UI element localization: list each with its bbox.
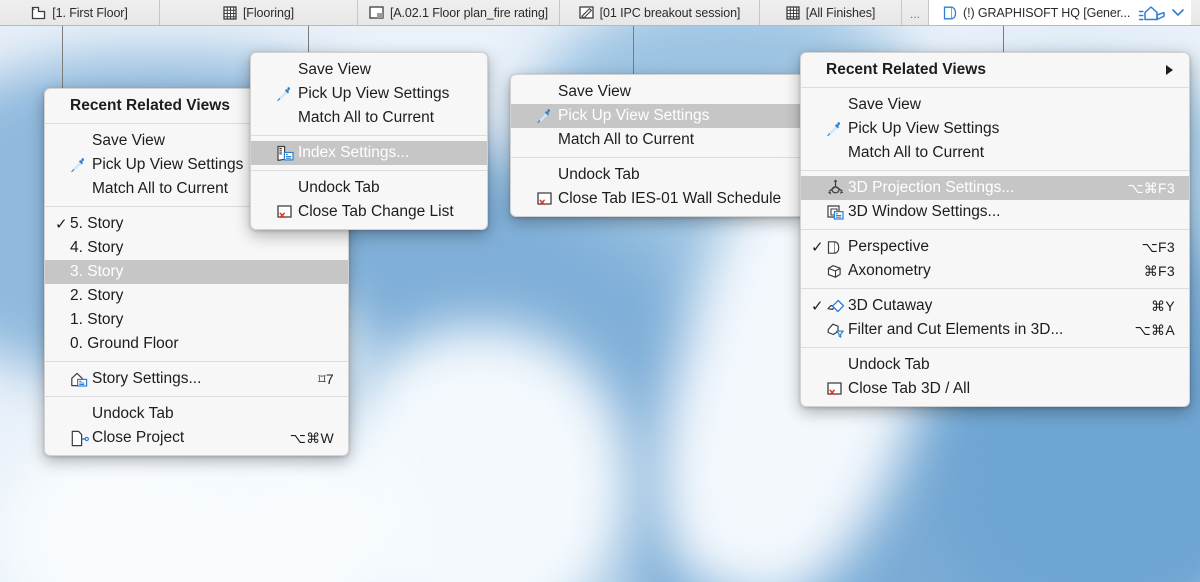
eyedropper-icon: [70, 157, 92, 174]
close-tab-icon: [536, 191, 558, 207]
tab-graphisoft-hq-active[interactable]: (!) GRAPHISOFT HQ [Gener...: [929, 0, 1135, 25]
menu-separator: [801, 288, 1189, 289]
menu-item-perspective[interactable]: ✓ Perspective ⌥F3: [801, 235, 1189, 259]
menu-shortcut: ⌘F3: [1143, 262, 1175, 279]
menu-item-index-settings[interactable]: Index Settings...: [251, 141, 487, 165]
menu-item-save-view[interactable]: Save View: [511, 80, 805, 104]
menu-separator: [45, 361, 348, 362]
context-menu-wall-schedule[interactable]: Save View Pick Up View Settings Match Al…: [510, 74, 806, 217]
index-settings-icon: [276, 145, 298, 162]
layout-sheet-icon: [369, 6, 384, 19]
tab-label: [All Finishes]: [805, 5, 876, 20]
menu-separator: [511, 157, 805, 158]
tab-ipc-breakout-session[interactable]: [01 IPC breakout session]: [560, 0, 760, 25]
menu-item-3d-cutaway[interactable]: ✓ 3D Cutaway ⌘Y: [801, 294, 1189, 318]
menu-shortcut: ⌥⌘W: [289, 429, 334, 446]
chevron-down-icon[interactable]: [1172, 8, 1184, 17]
eyedropper-icon: [536, 108, 558, 125]
tab-first-floor[interactable]: [1. First Floor]: [0, 0, 160, 25]
checkmark-icon: ✓: [811, 297, 824, 315]
grid-schedule-icon: [223, 5, 237, 20]
tab-bar-tail: [1134, 0, 1192, 25]
tab-label: (!) GRAPHISOFT HQ [Gener...: [963, 5, 1131, 20]
floor-plan-icon: [31, 6, 46, 20]
menu-item-close-tab-change-list[interactable]: Close Tab Change List: [251, 200, 487, 224]
menu-item-story-3[interactable]: 3. Story: [45, 260, 348, 284]
close-project-icon: [70, 430, 92, 447]
menu-item-pick-up-view-settings[interactable]: Pick Up View Settings: [511, 104, 805, 128]
menu-item-pick-up-view-settings[interactable]: Pick Up View Settings: [801, 117, 1189, 141]
context-menu-change-list[interactable]: Save View Pick Up View Settings Match Al…: [250, 52, 488, 230]
leader-line-tab-2: [308, 26, 309, 52]
checkmark-icon: ✓: [811, 238, 824, 256]
grid-schedule-icon: [786, 5, 800, 20]
menu-item-undock-tab[interactable]: Undock Tab: [801, 353, 1189, 377]
tab-label: [Flooring]: [242, 5, 295, 20]
menu-separator: [801, 229, 1189, 230]
menu-item-pick-up-view-settings[interactable]: Pick Up View Settings: [251, 82, 487, 106]
detail-pencil-icon: [579, 6, 594, 19]
menu-item-story-4[interactable]: 4. Story: [45, 236, 348, 260]
menu-separator: [801, 87, 1189, 88]
menu-item-filter-and-cut-elements-in-3d[interactable]: Filter and Cut Elements in 3D... ⌥⌘A: [801, 318, 1189, 342]
menu-item-story-2[interactable]: 2. Story: [45, 284, 348, 308]
menu-shortcut: ⌘Y: [1151, 297, 1175, 314]
close-tab-icon: [276, 204, 298, 220]
menu-item-save-view[interactable]: Save View: [801, 93, 1189, 117]
cutaway-icon: [826, 297, 848, 315]
menu-shortcut: ⌑7: [318, 370, 334, 387]
story-settings-icon: [70, 371, 92, 388]
tab-bar: [1. First Floor] [Flooring] [A.02.1 Floo…: [0, 0, 1200, 26]
menu-shortcut: ⌥⌘F3: [1127, 179, 1175, 196]
close-tab-icon: [826, 381, 848, 397]
axonometry-icon: [826, 263, 848, 280]
tab-overflow-button[interactable]: ...: [902, 0, 930, 25]
menu-item-story-0-ground-floor[interactable]: 0. Ground Floor: [45, 332, 348, 356]
filter-cut-icon: [826, 321, 848, 339]
menu-item-undock-tab[interactable]: Undock Tab: [251, 176, 487, 200]
menu-separator: [251, 170, 487, 171]
leader-line-tab-3: [633, 26, 634, 74]
menu-separator: [45, 396, 348, 397]
menu-shortcut: ⌥F3: [1141, 238, 1175, 255]
menu-item-close-tab-3d-all[interactable]: Close Tab 3D / All: [801, 377, 1189, 401]
menu-item-save-view[interactable]: Save View: [251, 58, 487, 82]
menu-item-close-project[interactable]: Close Project ⌥⌘W: [45, 426, 348, 450]
tab-label: [A.02.1 Floor plan_fire rating]: [389, 5, 549, 20]
menu-item-axonometry[interactable]: Axonometry ⌘F3: [801, 259, 1189, 283]
tab-label: [1. First Floor]: [52, 5, 128, 20]
perspective-icon: [826, 239, 848, 256]
menu-shortcut: ⌥⌘A: [1134, 321, 1175, 338]
menu-header-recent-related-views[interactable]: Recent Related Views: [801, 58, 1189, 82]
menu-item-match-all-to-current[interactable]: Match All to Current: [251, 106, 487, 130]
menu-item-close-tab-wall-schedule[interactable]: Close Tab IES-01 Wall Schedule: [511, 187, 805, 211]
menu-separator: [801, 347, 1189, 348]
submenu-arrow-icon: [1166, 65, 1173, 75]
menu-item-3d-projection-settings[interactable]: 3D Projection Settings... ⌥⌘F3: [801, 176, 1189, 200]
context-menu-3d-all[interactable]: Recent Related Views Save View Pick Up V…: [800, 52, 1190, 407]
menu-separator: [251, 135, 487, 136]
menu-item-match-all-to-current[interactable]: Match All to Current: [801, 141, 1189, 165]
tab-flooring[interactable]: [Flooring]: [160, 0, 358, 25]
eyedropper-icon: [276, 86, 298, 103]
menu-separator: [801, 170, 1189, 171]
3d-projection-icon: [826, 179, 848, 197]
menu-item-match-all-to-current[interactable]: Match All to Current: [511, 128, 805, 152]
leader-line-tab-4: [1003, 26, 1004, 52]
menu-item-story-settings[interactable]: Story Settings... ⌑7: [45, 367, 348, 391]
project-building-icon[interactable]: [1138, 4, 1166, 21]
3d-window-icon: [826, 204, 848, 221]
tab-label: [01 IPC breakout session]: [599, 5, 741, 20]
checkmark-icon: ✓: [55, 215, 68, 233]
menu-item-undock-tab[interactable]: Undock Tab: [45, 402, 348, 426]
menu-item-story-1[interactable]: 1. Story: [45, 308, 348, 332]
menu-item-undock-tab[interactable]: Undock Tab: [511, 163, 805, 187]
tab-all-finishes[interactable]: [All Finishes]: [760, 0, 902, 25]
tab-floor-plan-fire-rating[interactable]: [A.02.1 Floor plan_fire rating]: [358, 0, 560, 25]
3d-box-icon: [943, 5, 957, 21]
eyedropper-icon: [826, 121, 848, 138]
menu-item-3d-window-settings[interactable]: 3D Window Settings...: [801, 200, 1189, 224]
